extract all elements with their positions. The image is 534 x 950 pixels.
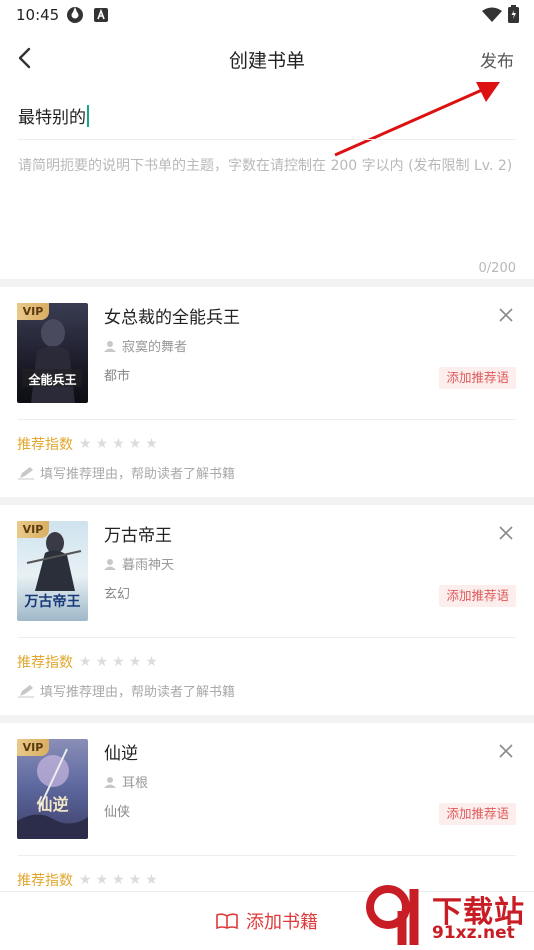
author-name: 寂寞的舞者: [122, 340, 188, 355]
battery-icon: [508, 5, 519, 27]
publish-button[interactable]: 发布: [480, 47, 514, 72]
book-author: 暮雨神天: [104, 554, 174, 573]
recommend-index: 推荐指数 ★ ★ ★ ★ ★: [17, 870, 162, 890]
watermark-url: 91xz.net: [432, 923, 515, 943]
star-rating[interactable]: ★ ★ ★ ★ ★: [79, 654, 162, 670]
cover-title-text: 仙逆: [36, 795, 69, 814]
page-title: 创建书单: [228, 50, 305, 72]
star-icon: ★: [128, 872, 142, 888]
list-name-input[interactable]: 最特别的: [18, 103, 89, 128]
reason-input[interactable]: 填写推荐理由，帮助读者了解书籍: [18, 463, 235, 482]
book-cover[interactable]: VIP 仙逆: [17, 739, 88, 839]
book-title: 仙逆: [104, 744, 138, 764]
star-rating[interactable]: ★ ★ ★ ★ ★: [79, 872, 162, 888]
divider: [18, 855, 516, 856]
vip-badge: VIP: [17, 739, 49, 756]
book-author: 寂寞的舞者: [104, 336, 187, 355]
close-icon[interactable]: [498, 307, 514, 323]
vip-badge: VIP: [17, 303, 49, 320]
description-textarea[interactable]: 请简明扼要的说明下书单的主题，字数在请控制在 200 字以内 (发布限制 Lv.…: [18, 153, 516, 180]
add-recommendation-button[interactable]: 添加推荐语: [439, 367, 516, 389]
author-name: 暮雨神天: [122, 558, 175, 573]
status-time: 10:45: [16, 6, 60, 24]
divider: [18, 139, 516, 140]
book-item: VIP 万古帝王 万古帝王 暮雨神天 玄幻 添加推荐语 推荐指数 ★ ★ ★ ★ ★ 填…: [0, 497, 534, 707]
reason-placeholder: 填写推荐理由，帮助读者了解书籍: [40, 467, 236, 482]
star-icon: ★: [112, 654, 125, 670]
annotation-arrow-icon: [334, 82, 500, 157]
add-books-label: 添加书籍: [246, 912, 318, 933]
star-icon: ★: [112, 872, 125, 888]
star-icon: ★: [128, 654, 142, 670]
recommend-index: 推荐指数 ★ ★ ★ ★ ★: [17, 652, 162, 672]
recommend-index-label: 推荐指数: [17, 655, 73, 671]
divider: [18, 637, 516, 638]
list-name-value: 最特别的: [18, 108, 86, 128]
pen-icon: [18, 466, 34, 479]
book-title: 女总裁的全能兵王: [104, 308, 240, 328]
pen-icon: [18, 684, 34, 697]
book-genre: 玄幻: [104, 587, 131, 602]
star-icon: ★: [79, 654, 92, 670]
sync-icon: [66, 6, 84, 28]
text-cursor: [87, 104, 89, 127]
book-author: 耳根: [104, 772, 148, 791]
star-icon: ★: [112, 436, 125, 452]
add-recommendation-button[interactable]: 添加推荐语: [439, 803, 516, 825]
notification-a-icon: [94, 7, 108, 26]
star-icon: ★: [95, 872, 109, 888]
user-icon: [104, 340, 116, 352]
close-icon[interactable]: [498, 525, 514, 541]
star-icon: ★: [79, 436, 92, 452]
star-icon: ★: [95, 436, 109, 452]
wifi-icon: [482, 7, 502, 27]
cover-title-text: 全能兵王: [28, 373, 77, 387]
recommend-index-label: 推荐指数: [17, 873, 73, 889]
star-icon: ★: [79, 872, 92, 888]
star-icon: ★: [145, 872, 158, 888]
user-icon: [104, 558, 116, 570]
vip-badge: VIP: [17, 521, 49, 538]
watermark-logo-icon: [366, 885, 419, 945]
recommend-index: 推荐指数 ★ ★ ★ ★ ★: [17, 434, 162, 454]
book-genre: 仙侠: [104, 805, 131, 820]
star-icon: ★: [128, 436, 142, 452]
reason-input[interactable]: 填写推荐理由，帮助读者了解书籍: [18, 681, 235, 700]
book-item: VIP 全能兵王 女总裁的全能兵王 寂寞的舞者 都市 添加推荐语 推荐指数 ★ ★…: [0, 279, 534, 489]
star-rating[interactable]: ★ ★ ★ ★ ★: [79, 436, 162, 452]
book-cover[interactable]: VIP 全能兵王: [17, 303, 88, 403]
book-genre: 都市: [104, 369, 131, 384]
watermark: 下载站 91xz.net: [362, 885, 532, 947]
divider: [18, 419, 516, 420]
close-icon[interactable]: [498, 743, 514, 759]
char-counter: 0/200: [478, 261, 516, 276]
cover-title-text: 万古帝王: [24, 594, 81, 610]
book-cover[interactable]: VIP 万古帝王: [17, 521, 88, 621]
add-recommendation-button[interactable]: 添加推荐语: [439, 585, 516, 607]
recommend-index-label: 推荐指数: [17, 437, 73, 453]
book-title: 万古帝王: [104, 526, 172, 546]
star-icon: ★: [145, 436, 158, 452]
reason-placeholder: 填写推荐理由，帮助读者了解书籍: [40, 685, 236, 700]
star-icon: ★: [145, 654, 158, 670]
star-icon: ★: [95, 654, 109, 670]
author-name: 耳根: [122, 776, 149, 791]
user-icon: [104, 776, 116, 788]
book-open-icon: [216, 913, 238, 930]
status-bar: 10:45: [0, 0, 534, 30]
